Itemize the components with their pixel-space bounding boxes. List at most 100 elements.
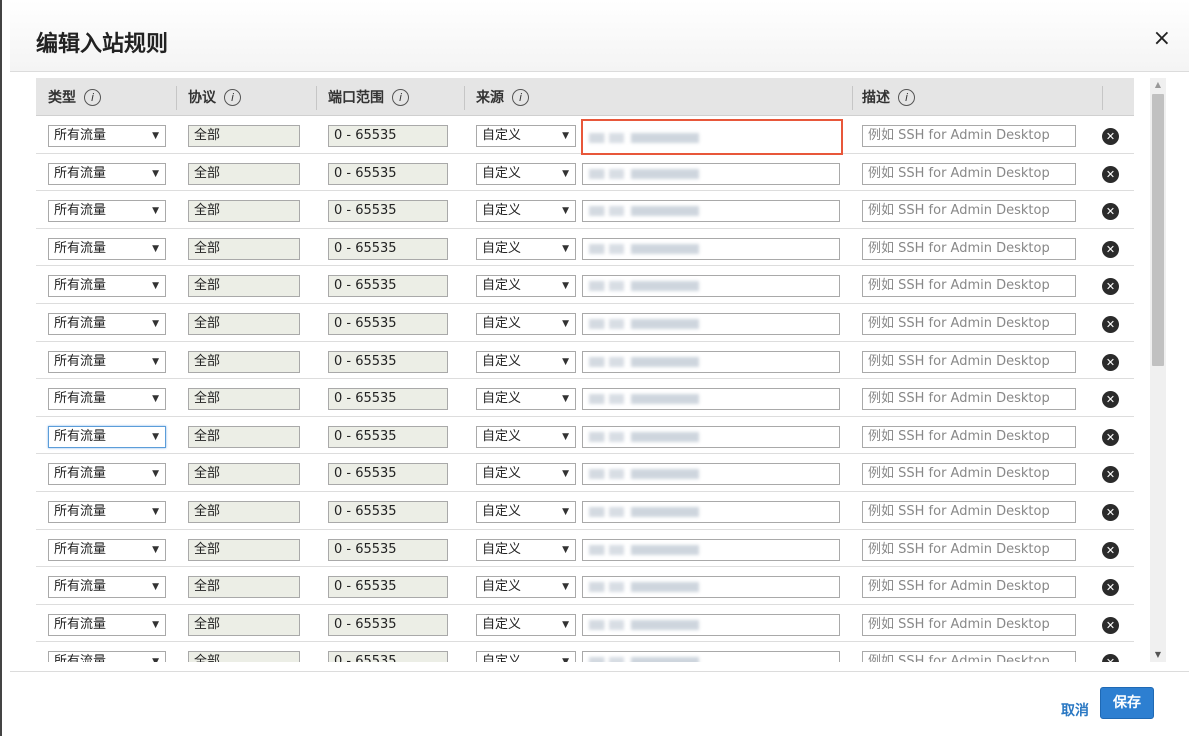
scroll-down-icon[interactable]: ▼ [1150, 648, 1166, 662]
cancel-button[interactable]: 取消 [1061, 700, 1089, 720]
remove-circle-icon[interactable]: ✕ [1102, 353, 1119, 371]
source-cidr-input[interactable] [582, 162, 840, 185]
source-type-select[interactable]: 自定义 ▼ [476, 613, 576, 636]
remove-circle-icon[interactable]: ✕ [1102, 504, 1119, 521]
info-icon[interactable]: i [392, 88, 409, 106]
source-cidr-input[interactable] [581, 119, 843, 155]
source-cidr-input[interactable] [582, 350, 840, 373]
type-select[interactable]: 所有流量 ▼ [48, 576, 166, 599]
type-select[interactable]: 所有流量 ▼ [48, 125, 166, 147]
redacted-value [589, 619, 699, 630]
description-input[interactable]: 例如 SSH for Admin Desktop [862, 613, 1076, 636]
source-type-select[interactable]: 自定义 ▼ [476, 200, 576, 223]
source-type-select[interactable]: 自定义 ▼ [476, 237, 576, 260]
source-type-select[interactable]: 自定义 ▼ [476, 162, 576, 185]
type-select[interactable]: 所有流量 ▼ [48, 237, 166, 260]
type-value: 所有流量 [54, 128, 107, 143]
source-type-select[interactable]: 自定义 ▼ [476, 388, 576, 411]
save-button[interactable]: 保存 [1100, 687, 1154, 719]
remove-circle-icon[interactable]: ✕ [1102, 466, 1119, 484]
description-input[interactable]: 例如 SSH for Admin Desktop [862, 200, 1076, 223]
remove-circle-icon[interactable]: ✕ [1102, 316, 1119, 333]
source-type-select[interactable]: 自定义 ▼ [476, 313, 576, 335]
remove-circle-icon[interactable]: ✕ [1102, 240, 1119, 258]
remove-circle-icon[interactable]: ✕ [1102, 616, 1119, 634]
type-select[interactable]: 所有流量 ▼ [48, 651, 166, 662]
remove-circle-icon[interactable]: ✕ [1102, 203, 1119, 221]
type-select[interactable]: 所有流量 ▼ [48, 350, 166, 373]
source-cidr-input[interactable] [582, 576, 840, 599]
remove-circle-icon[interactable]: ✕ [1102, 391, 1119, 409]
description-input[interactable]: 例如 SSH for Admin Desktop [862, 463, 1076, 486]
source-cidr-input[interactable] [582, 538, 840, 561]
source-cidr-input[interactable] [582, 501, 840, 523]
source-type-select[interactable]: 自定义 ▼ [476, 538, 576, 561]
type-select[interactable]: 所有流量 ▼ [48, 388, 166, 411]
description-input[interactable]: 例如 SSH for Admin Desktop [862, 576, 1076, 599]
description-input[interactable]: 例如 SSH for Admin Desktop [862, 388, 1076, 411]
type-select[interactable]: 所有流量 ▼ [48, 463, 166, 486]
remove-circle-icon[interactable]: ✕ [1102, 165, 1119, 183]
type-select[interactable]: 所有流量 ▼ [48, 200, 166, 223]
source-cidr-input[interactable] [582, 388, 840, 411]
description-input[interactable]: 例如 SSH for Admin Desktop [862, 501, 1076, 523]
description-input[interactable]: 例如 SSH for Admin Desktop [862, 425, 1076, 448]
type-select[interactable]: 所有流量 ▼ [48, 613, 166, 636]
source-type-select[interactable]: 自定义 ▼ [476, 275, 576, 298]
source-type-select[interactable]: 自定义 ▼ [476, 125, 576, 147]
type-select[interactable]: 所有流量 ▼ [48, 501, 166, 523]
remove-circle-icon[interactable]: ✕ [1102, 541, 1119, 559]
source-type-select[interactable]: 自定义 ▼ [476, 463, 576, 486]
source-type-select[interactable]: 自定义 ▼ [476, 501, 576, 523]
description-input[interactable]: 例如 SSH for Admin Desktop [862, 313, 1076, 335]
source-type-select[interactable]: 自定义 ▼ [476, 425, 576, 448]
vertical-scrollbar[interactable]: ▲ ▼ [1150, 78, 1166, 662]
type-select[interactable]: 所有流量 ▼ [48, 275, 166, 298]
type-select[interactable]: 所有流量 ▼ [48, 162, 166, 185]
source-cidr-input[interactable] [582, 613, 840, 636]
source-cidr-input[interactable] [582, 313, 840, 335]
column-divider [464, 86, 465, 110]
chevron-down-icon: ▼ [562, 168, 569, 179]
remove-circle-icon[interactable]: ✕ [1102, 579, 1119, 597]
type-value: 所有流量 [54, 504, 107, 519]
scroll-up-icon[interactable]: ▲ [1150, 78, 1166, 92]
remove-circle-icon[interactable]: ✕ [1102, 278, 1119, 296]
description-input[interactable]: 例如 SSH for Admin Desktop [862, 237, 1076, 260]
description-input[interactable]: 例如 SSH for Admin Desktop [862, 275, 1076, 298]
remove-circle-icon[interactable]: ✕ [1102, 654, 1119, 662]
source-cidr-input[interactable] [582, 651, 840, 662]
info-icon[interactable]: i [898, 88, 915, 106]
type-value: 所有流量 [54, 466, 107, 482]
description-input[interactable]: 例如 SSH for Admin Desktop [862, 538, 1076, 561]
source-type-select[interactable]: 自定义 ▼ [476, 350, 576, 373]
source-cidr-input[interactable] [582, 425, 840, 448]
close-icon[interactable]: × [1153, 28, 1171, 50]
type-select[interactable]: 所有流量 ▼ [48, 425, 166, 448]
info-icon[interactable]: i [224, 88, 241, 106]
description-input[interactable]: 例如 SSH for Admin Desktop [862, 162, 1076, 185]
source-cidr-input[interactable] [582, 275, 840, 298]
description-input[interactable]: 例如 SSH for Admin Desktop [862, 651, 1076, 662]
scroll-thumb[interactable] [1152, 94, 1164, 366]
source-type-value: 自定义 [482, 391, 522, 407]
source-type-select[interactable]: 自定义 ▼ [476, 651, 576, 662]
type-select[interactable]: 所有流量 ▼ [48, 538, 166, 561]
type-select[interactable]: 所有流量 ▼ [48, 313, 166, 335]
chevron-down-icon: ▼ [152, 469, 159, 480]
remove-circle-icon[interactable]: ✕ [1102, 128, 1119, 145]
port-range-field: 0 - 65535 [328, 651, 448, 662]
chevron-down-icon: ▼ [562, 469, 569, 480]
source-type-value: 自定义 [482, 654, 522, 662]
source-type-select[interactable]: 自定义 ▼ [476, 576, 576, 599]
source-cidr-input[interactable] [582, 237, 840, 260]
description-input[interactable]: 例如 SSH for Admin Desktop [862, 350, 1076, 373]
info-icon[interactable]: i [84, 88, 101, 106]
remove-circle-icon[interactable]: ✕ [1102, 428, 1119, 446]
chevron-down-icon: ▼ [562, 507, 569, 517]
source-cidr-input[interactable] [582, 200, 840, 223]
description-input[interactable]: 例如 SSH for Admin Desktop [862, 125, 1076, 147]
source-cidr-input[interactable] [582, 463, 840, 486]
info-icon[interactable]: i [512, 88, 529, 106]
chevron-down-icon: ▼ [152, 507, 159, 517]
